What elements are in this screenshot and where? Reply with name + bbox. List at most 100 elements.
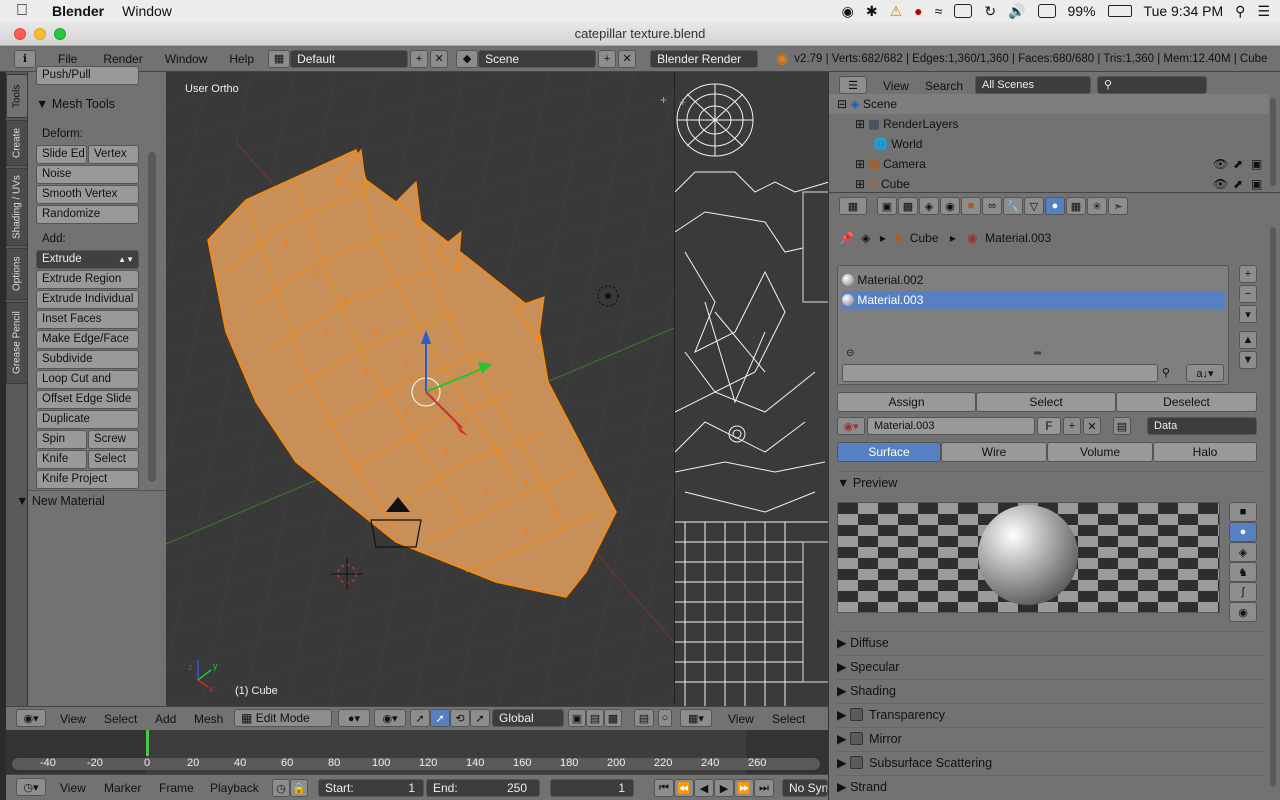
viewport-menu-mesh[interactable]: Mesh [194, 712, 223, 726]
rotate-manipulator-icon[interactable]: ⟲ [450, 709, 470, 727]
scene-icon[interactable]: ◆ [456, 49, 479, 68]
scale-manipulator-icon[interactable]: ➚ [470, 709, 490, 727]
make-edge-face-button[interactable]: Make Edge/Face [36, 330, 139, 349]
outliner-filter-select[interactable]: All Scenes [975, 76, 1091, 94]
move-slot-down-icon[interactable]: ▼ [1239, 351, 1257, 369]
notification-center-icon[interactable]: ☰ [1257, 3, 1270, 20]
viewport-editor-type-icon[interactable]: ◉▾ [16, 709, 46, 727]
texture-tab-icon[interactable]: ▦ [1066, 197, 1086, 215]
timeline-menu-frame[interactable]: Frame [159, 781, 194, 795]
randomize-button[interactable]: Randomize [36, 205, 139, 224]
noise-button[interactable]: Noise [36, 165, 139, 184]
viewport-menu-select[interactable]: Select [104, 712, 137, 726]
mirror-checkbox[interactable] [850, 732, 864, 745]
subdivide-button[interactable]: Subdivide [36, 350, 139, 369]
material-tab-icon[interactable]: ● [1045, 197, 1065, 215]
preview-flat-icon[interactable]: ■ [1229, 502, 1257, 522]
preview-panel-header[interactable]: ▼ Preview [837, 471, 1265, 493]
extrude-individual-button[interactable]: Extrude Individual [36, 290, 139, 309]
sss-checkbox[interactable] [850, 756, 864, 769]
timeline-menu-view[interactable]: View [60, 781, 86, 795]
remove-material-slot-icon[interactable]: − [1239, 285, 1257, 303]
display-icon[interactable] [954, 4, 973, 18]
viewport-menu-add[interactable]: Add [155, 712, 176, 726]
material-link-select[interactable]: Data [1147, 417, 1257, 435]
push-pull-button[interactable]: Push/Pull [36, 66, 139, 85]
fake-user-button[interactable]: F [1037, 417, 1061, 435]
render-tab-icon[interactable]: ▣ [877, 197, 897, 215]
tab-shading-uvs[interactable]: Shading / UVs [6, 168, 28, 246]
outliner-search-input[interactable]: ⚲ [1097, 76, 1207, 94]
info-editor-type-icon[interactable]: ℹ [14, 49, 36, 68]
list-resize-handle[interactable]: ═ [1034, 348, 1041, 359]
expand-icon[interactable]: ⊞ [855, 157, 865, 171]
preview-sphere-icon[interactable]: ● [1229, 522, 1257, 542]
tab-surface[interactable]: Surface [837, 442, 941, 462]
transparency-checkbox[interactable] [850, 708, 864, 721]
knife-project-button[interactable]: Knife Project [36, 470, 139, 489]
world-tab-icon[interactable]: ◉ [940, 197, 960, 215]
apple-icon[interactable]:  [16, 2, 28, 20]
layout-icon[interactable]: ▦ [268, 49, 291, 68]
expand-icon[interactable]: ⊞ [855, 177, 865, 191]
creative-cloud-icon[interactable]: ◉ [842, 3, 854, 20]
tab-wire[interactable]: Wire [941, 442, 1047, 462]
transparency-panel-header[interactable]: ▶ Transparency [837, 703, 1265, 725]
knife-select-button[interactable]: Select [88, 450, 139, 469]
timeline-menu-playback[interactable]: Playback [210, 781, 259, 795]
spin-button[interactable]: Spin [36, 430, 87, 449]
select-button[interactable]: Select [976, 392, 1116, 412]
uv-menu-select[interactable]: Select [772, 712, 805, 726]
next-keyframe-icon[interactable]: ⏩ [734, 779, 754, 797]
data-tab-icon[interactable]: ▽ [1024, 197, 1044, 215]
move-slot-up-icon[interactable]: ▲ [1239, 331, 1257, 349]
preview-sky-icon[interactable]: ◉ [1229, 602, 1257, 622]
lock-icon[interactable]: 🔒 [290, 779, 308, 797]
scene-tab-icon[interactable]: ◈ [919, 197, 939, 215]
outliner-scrollbar[interactable] [1270, 98, 1276, 186]
battery-icon[interactable] [1107, 5, 1132, 17]
extrude-region-button[interactable]: Extrude Region [36, 270, 139, 289]
sort-alpha-icon[interactable]: a↓▾ [1186, 364, 1224, 382]
zoom-window-button[interactable] [54, 28, 66, 40]
remove-scene-icon[interactable]: ✕ [618, 49, 637, 68]
unlink-material-icon[interactable]: ✕ [1083, 417, 1101, 435]
tab-options[interactable]: Options [6, 248, 28, 300]
duplicate-button[interactable]: Duplicate [36, 410, 139, 429]
preview-cube-icon[interactable]: ◈ [1229, 542, 1257, 562]
select-edge-icon[interactable]: ▤ [586, 709, 604, 727]
particles-tab-icon[interactable]: ✳ [1087, 197, 1107, 215]
outliner-row-cube[interactable]: ⊞ ▽ Cube 👁 ⬈ ▣ [829, 174, 1269, 192]
filter-toggle-icon[interactable]: ⊝ [846, 348, 854, 359]
visibility-eye-icon[interactable]: 👁 [1213, 174, 1228, 192]
new-material-header[interactable]: ▼ New Material [16, 494, 105, 508]
material-specials-icon[interactable]: ▾ [1239, 305, 1257, 323]
outliner-row-renderlayers[interactable]: ⊞ ▩ RenderLayers [829, 114, 1269, 134]
select-arrow-icon[interactable]: ⬈ [1233, 154, 1243, 174]
screw-button[interactable]: Screw [88, 430, 139, 449]
end-frame-field[interactable]: End: 250 [426, 779, 540, 797]
play-reverse-icon[interactable]: ◀ [694, 779, 714, 797]
modifiers-tab-icon[interactable]: 🔧 [1003, 197, 1023, 215]
pivot-point-icon[interactable]: ◉▾ [374, 709, 406, 727]
sss-panel-header[interactable]: ▶ Subsurface Scattering [837, 751, 1265, 773]
transform-orientation-select[interactable]: Global [492, 709, 564, 727]
clock[interactable]: Tue 9:34 PM [1144, 3, 1224, 19]
inset-faces-button[interactable]: Inset Faces [36, 310, 139, 329]
pin-icon[interactable]: 📌 [839, 231, 854, 245]
outliner-row-world[interactable]: 🌐 World [829, 134, 1269, 154]
play-icon[interactable]: ▶ [714, 779, 734, 797]
layout-select[interactable]: Default [290, 49, 409, 68]
render-camera-icon[interactable]: ▣ [1251, 154, 1262, 174]
viewport-menu-view[interactable]: View [60, 712, 86, 726]
collapse-icon[interactable]: ⊟ [837, 97, 847, 111]
mirror-panel-header[interactable]: ▶ Mirror [837, 727, 1265, 749]
select-face-icon[interactable]: ▩ [604, 709, 622, 727]
prev-keyframe-icon[interactable]: ⏪ [674, 779, 694, 797]
offset-edge-slide-button[interactable]: Offset Edge Slide [36, 390, 139, 409]
mesh-tools-header[interactable]: ▼ Mesh Tools [36, 97, 115, 111]
current-frame-marker[interactable] [146, 730, 149, 756]
sync-mode-select[interactable]: No Sync [782, 779, 828, 797]
loop-cut-button[interactable]: Loop Cut and Slide [36, 370, 139, 402]
filter-search-icon[interactable]: ⚲ [1162, 366, 1170, 379]
